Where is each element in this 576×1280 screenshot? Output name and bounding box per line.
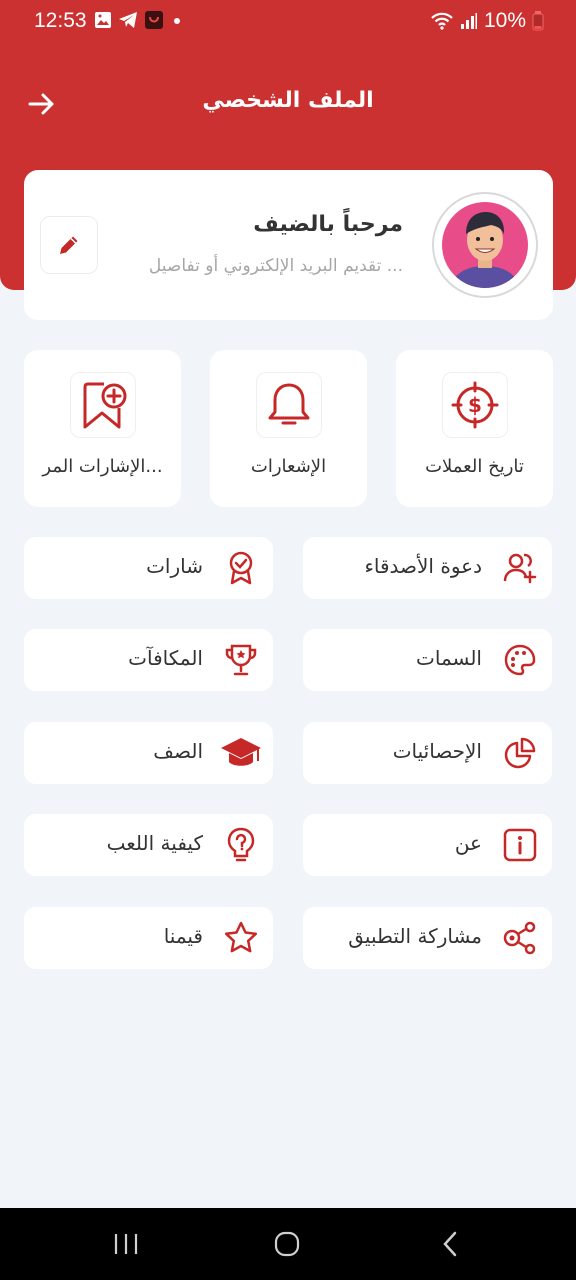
row-icon xyxy=(223,827,259,863)
status-bar: 12:53 10% xyxy=(0,0,576,44)
svg-text:$: $ xyxy=(468,393,482,417)
tile-notifications[interactable]: الإشعارات xyxy=(210,350,367,507)
row-icon xyxy=(223,550,259,586)
pie-chart-icon xyxy=(504,737,536,769)
tile-icon-box: $ xyxy=(442,372,508,438)
add-user-icon xyxy=(503,553,537,584)
rate-us-item[interactable]: قيمنا xyxy=(24,907,273,969)
row-icon xyxy=(223,642,259,678)
tile-icon-box xyxy=(256,372,322,438)
home-button[interactable] xyxy=(267,1226,307,1262)
status-time: 12:53 xyxy=(34,9,87,32)
shop-icon xyxy=(145,11,163,29)
statistics-item[interactable]: الإحصائيات xyxy=(303,722,552,784)
tile-icon-box xyxy=(70,372,136,438)
bell-icon xyxy=(268,383,310,425)
row-label: كيفية اللعب xyxy=(106,831,203,855)
system-back-button[interactable] xyxy=(430,1226,470,1262)
row-label: السمات xyxy=(416,646,482,670)
row-label: المكافآت xyxy=(128,646,203,670)
trophy-icon xyxy=(225,644,257,676)
themes-item[interactable]: السمات xyxy=(303,629,552,691)
avatar[interactable] xyxy=(432,192,538,298)
recent-apps-icon xyxy=(114,1234,138,1254)
row-icon xyxy=(502,827,538,863)
invite-friends-item[interactable]: دعوة الأصدقاء xyxy=(303,537,552,599)
row-label: مشاركة التطبيق xyxy=(348,924,482,948)
about-item[interactable]: عن xyxy=(303,814,552,876)
edit-profile-button[interactable] xyxy=(40,216,98,274)
row-icon xyxy=(502,920,538,956)
dot-icon xyxy=(174,18,180,24)
tile-label: الإشارات المر... xyxy=(42,456,163,477)
status-right: 10% xyxy=(430,9,544,33)
badge-icon xyxy=(229,551,253,585)
row-label: قيمنا xyxy=(163,924,203,948)
share-icon xyxy=(503,921,536,955)
home-icon xyxy=(274,1231,300,1257)
row-icon xyxy=(502,642,538,678)
signal-icon xyxy=(460,13,477,29)
row-icon xyxy=(223,920,259,956)
gallery-icon xyxy=(95,12,111,28)
coin-history-icon: $ xyxy=(451,381,499,429)
row-icon xyxy=(502,735,538,771)
system-nav-bar xyxy=(0,1208,576,1280)
row-label: عن xyxy=(454,831,482,855)
share-app-item[interactable]: مشاركة التطبيق xyxy=(303,907,552,969)
graduation-cap-icon xyxy=(221,738,261,766)
user-avatar-icon xyxy=(442,202,528,288)
battery-percent: 10% xyxy=(483,9,526,32)
tile-label: الإشعارات xyxy=(250,456,327,477)
tile-bookmarks[interactable]: الإشارات المر... xyxy=(24,350,181,507)
profile-subtitle: تقديم البريد الإلكتروني أو تفاصيل ... xyxy=(148,256,403,276)
recent-apps-button[interactable] xyxy=(106,1226,146,1262)
how-to-play-item[interactable]: كيفية اللعب xyxy=(24,814,273,876)
row-icon xyxy=(219,735,263,771)
rewards-item[interactable]: المكافآت xyxy=(24,629,273,691)
profile-card[interactable]: مرحباً بالضيف تقديم البريد الإلكتروني أو… xyxy=(24,170,553,320)
page-title: الملف الشخصي xyxy=(202,88,374,113)
greeting-text: مرحباً بالضيف xyxy=(253,212,403,237)
tile-label: تاريخ العملات xyxy=(425,456,524,477)
wifi-icon xyxy=(431,12,453,30)
row-label: شارات xyxy=(146,554,203,578)
pencil-icon xyxy=(60,236,78,254)
palette-icon xyxy=(504,644,536,676)
bookmark-add-icon xyxy=(83,382,127,429)
battery-icon xyxy=(532,11,544,31)
tile-coin-history[interactable]: $ تاريخ العملات xyxy=(396,350,553,507)
lightbulb-question-icon xyxy=(227,827,255,862)
status-notification-icons xyxy=(94,10,184,30)
class-item[interactable]: الصف xyxy=(24,722,273,784)
row-icon xyxy=(502,550,538,586)
info-icon xyxy=(503,828,537,862)
row-label: الإحصائيات xyxy=(392,739,482,763)
star-icon xyxy=(224,921,258,953)
row-label: الصف xyxy=(153,739,203,763)
badges-item[interactable]: شارات xyxy=(24,537,273,599)
telegram-icon xyxy=(119,12,137,28)
row-label: دعوة الأصدقاء xyxy=(364,554,482,578)
chevron-left-icon xyxy=(443,1231,457,1257)
